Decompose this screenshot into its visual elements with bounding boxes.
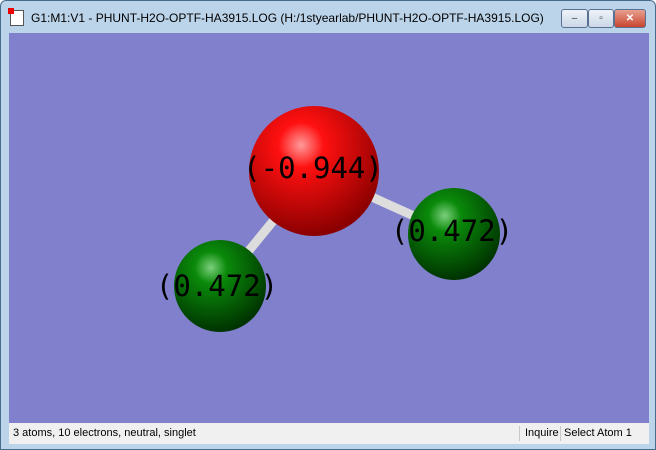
mode-indicator: Inquire (525, 427, 559, 439)
status-bar: 3 atoms, 10 electrons, neutral, singlet … (9, 423, 649, 444)
title-bar[interactable]: G1:M1:V1 - PHUNT-H2O-OPTF-HA3915.LOG (H:… (1, 1, 655, 32)
window-title: G1:M1:V1 - PHUNT-H2O-OPTF-HA3915.LOG (H:… (31, 11, 544, 25)
app-icon[interactable] (8, 8, 24, 26)
charge-label-hydrogen-2: (0.472) (156, 269, 278, 303)
charge-label-oxygen: (-0.944) (243, 151, 383, 185)
divider (560, 426, 561, 441)
action-indicator: Select Atom 1 (564, 427, 632, 439)
charge-label-hydrogen-1: (0.472) (391, 214, 513, 248)
close-button[interactable]: ✕ (614, 9, 646, 28)
minimize-button[interactable]: ‒ (561, 9, 588, 28)
app-window: G1:M1:V1 - PHUNT-H2O-OPTF-HA3915.LOG (H:… (0, 0, 656, 450)
divider (519, 426, 520, 441)
molecule-svg[interactable]: (-0.944) (0.472) (0.472) (9, 33, 649, 423)
molecule-viewport[interactable]: (-0.944) (0.472) (0.472) (9, 33, 649, 423)
molecule-info: 3 atoms, 10 electrons, neutral, singlet (13, 427, 196, 439)
maximize-button[interactable]: ▫ (588, 9, 614, 28)
